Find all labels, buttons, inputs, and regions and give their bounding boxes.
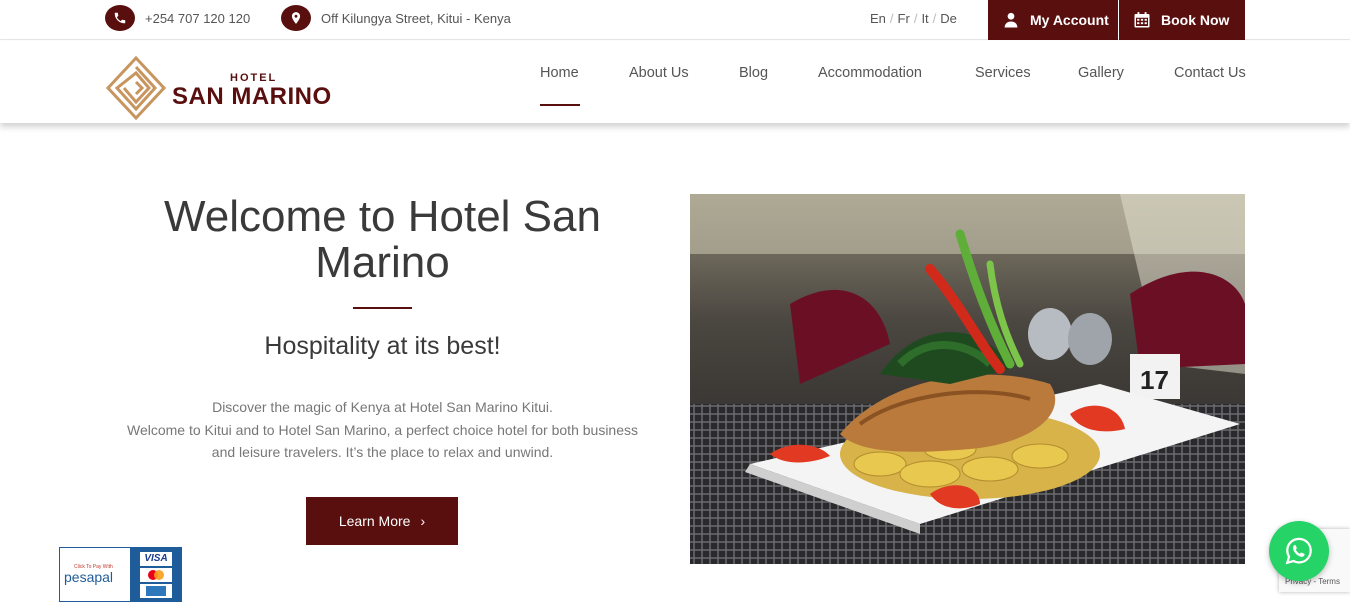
calendar-icon (1134, 12, 1150, 28)
nav-home[interactable]: Home (540, 65, 579, 81)
hotel-logo[interactable]: HOTEL SAN MARINO (105, 55, 335, 121)
learn-more-button[interactable]: Learn More › (306, 497, 458, 545)
hero-subtitle: Hospitality at its best! (264, 332, 501, 360)
hero-title-line2: Marino (315, 238, 450, 287)
nav-services[interactable]: Services (975, 65, 1031, 81)
address-contact[interactable]: Off Kilungya Street, Kitui - Kenya (281, 5, 511, 31)
hero-text-line3: and leisure travelers. It’s the place to… (211, 444, 554, 460)
nav-contact-us[interactable]: Contact Us (1174, 65, 1246, 81)
nav-active-indicator (540, 104, 580, 106)
book-now-button[interactable]: Book Now (1119, 0, 1245, 40)
phone-contact[interactable]: +254 707 120 120 (105, 5, 250, 31)
whatsapp-icon (1285, 537, 1312, 565)
pesapal-wordmark: pesapal (64, 569, 114, 585)
hero-title-line1: Welcome to Hotel San (164, 192, 601, 241)
nav-about-us[interactable]: About Us (629, 65, 689, 81)
top-bar: +254 707 120 120 Off Kilungya Street, Ki… (0, 0, 1350, 40)
location-pin-icon (281, 5, 311, 31)
lang-de[interactable]: De (940, 11, 957, 26)
svg-text:17: 17 (1140, 365, 1169, 395)
visa-logo: VISA (140, 552, 172, 566)
chevron-right-icon: › (420, 513, 426, 529)
lang-separator: / (889, 11, 894, 26)
main-header: HOTEL SAN MARINO Home About Us Blog Acco… (0, 41, 1350, 123)
language-switcher: En / Fr / It / De (870, 11, 957, 26)
phone-icon (105, 5, 135, 31)
card-logos: VISA (130, 548, 182, 601)
logo-mark-icon (105, 55, 167, 121)
user-icon (1004, 12, 1018, 28)
book-now-label: Book Now (1161, 12, 1230, 28)
lang-separator: / (913, 11, 918, 26)
lang-fr[interactable]: Fr (898, 11, 910, 26)
my-account-button[interactable]: My Account (988, 0, 1118, 40)
lang-it[interactable]: It (921, 11, 928, 26)
phone-number: +254 707 120 120 (145, 10, 251, 26)
mastercard-icon (140, 568, 172, 582)
learn-more-label: Learn More (338, 513, 411, 529)
amex-icon (140, 584, 172, 598)
hero-title: Welcome to Hotel San Marino (110, 194, 655, 286)
hero-food-photo: 17 (690, 194, 1245, 564)
lang-separator: / (932, 11, 937, 26)
lang-en[interactable]: En (870, 11, 886, 26)
pesapal-payment-badge[interactable]: Click To Pay With pesapal VISA (59, 547, 182, 602)
nav-accommodation[interactable]: Accommodation (818, 65, 922, 81)
hero-description: Discover the magic of Kenya at Hotel San… (110, 396, 655, 464)
nav-blog[interactable]: Blog (739, 65, 768, 81)
pesapal-logo: Click To Pay With pesapal (60, 548, 130, 601)
whatsapp-button[interactable] (1269, 521, 1329, 581)
hero-text-line1: Discover the magic of Kenya at Hotel San… (212, 399, 553, 415)
nav-gallery[interactable]: Gallery (1078, 65, 1124, 81)
address-text: Off Kilungya Street, Kitui - Kenya (321, 10, 511, 26)
hero-text-line2: Welcome to Kitui and to Hotel San Marino… (126, 421, 639, 438)
my-account-label: My Account (1030, 12, 1109, 28)
logo-name-text: SAN MARINO (172, 83, 332, 110)
hero-divider (353, 307, 412, 309)
